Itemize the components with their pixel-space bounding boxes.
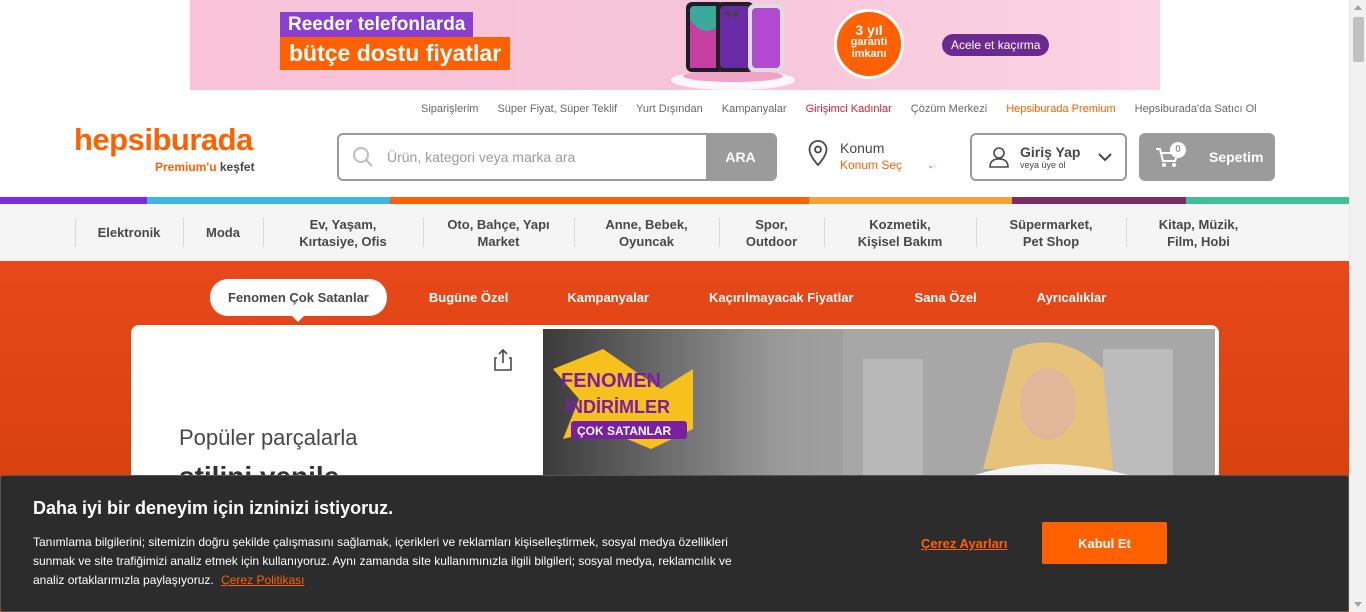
category-electronics[interactable]: Elektronik	[75, 204, 183, 261]
cart-label: Sepetim	[1209, 149, 1264, 165]
category-color-stripe	[0, 197, 1349, 204]
location-selector[interactable]: Konum Konum Seç ⌄	[808, 140, 935, 172]
cart-button[interactable]: 0 Sepetim	[1139, 133, 1275, 181]
logo-wordmark: hepsiburada	[74, 122, 253, 157]
cookie-accept-button[interactable]: Kabul Et	[1042, 522, 1167, 564]
cookie-settings-link[interactable]: Çerez Ayarları	[921, 536, 1007, 551]
cookie-title: Daha iyi bir deneyim için izninizi istiy…	[33, 498, 394, 518]
utility-links: Siparişlerim Süper Fiyat, Süper Teklif Y…	[421, 103, 1276, 115]
category-home[interactable]: Ev, Yaşam, Kırtasiye, Ofis	[263, 204, 423, 261]
category-label: Spor,	[755, 216, 788, 232]
badge-mid: garanti	[850, 36, 888, 48]
scroll-up-icon[interactable]	[1354, 5, 1362, 10]
login-title: Giriş Yap	[1020, 144, 1081, 160]
location-title: Konum	[840, 140, 885, 156]
premium-text: Premium'u	[155, 160, 217, 174]
category-label-2: Kişisel Bakım	[857, 233, 943, 249]
page: Reeder telefonlarda bütçe dostu fiyatlar…	[0, 0, 1366, 612]
utility-link-campaigns[interactable]: Kampanyalar	[722, 103, 787, 115]
location-pin-icon	[808, 140, 828, 166]
category-cosmetics[interactable]: Kozmetik, Kişisel Bakım	[824, 204, 976, 261]
category-label-2: Outdoor	[745, 233, 798, 249]
cookie-consent-bar: Daha iyi bir deneyim için izninizi istiy…	[0, 475, 1349, 612]
stripe-segment	[0, 197, 147, 204]
search-box: ARA	[337, 133, 777, 181]
badge-bot: imkanı	[851, 48, 887, 60]
category-label: Ev, Yaşam,	[309, 216, 377, 232]
stripe-segment	[809, 197, 1012, 204]
cookie-policy-link[interactable]: Çerez Politikası	[221, 573, 304, 587]
banner-line2: bütçe dostu fiyatlar	[280, 37, 511, 70]
category-label: Anne, Bebek,	[605, 216, 688, 232]
stripe-segment	[1012, 197, 1186, 204]
tab-for-you[interactable]: Sana Özel	[915, 290, 977, 305]
scroll-down-icon[interactable]	[1354, 602, 1362, 607]
promo-text-2: İNDİRİMLER	[565, 397, 670, 417]
search-input[interactable]	[387, 135, 706, 179]
page-scrollbar[interactable]	[1349, 0, 1366, 612]
category-sports[interactable]: Spor, Outdoor	[719, 204, 824, 261]
hero-headline: Popüler parçalarla	[179, 425, 358, 450]
kesfet-text: keşfet	[216, 160, 255, 174]
stripe-segment	[1186, 197, 1349, 204]
share-icon[interactable]	[493, 348, 513, 372]
warranty-badge: 3 yıl garanti imkanı	[834, 9, 904, 79]
category-label-2: Oyuncak	[619, 233, 674, 249]
utility-link-help-center[interactable]: Çözüm Merkezi	[911, 103, 987, 115]
category-fashion[interactable]: Moda	[183, 204, 263, 261]
location-select-text: Konum Seç	[840, 158, 903, 172]
user-icon	[989, 147, 1009, 168]
cookie-body: Tanımlama bilgilerini; sitemizin doğru ş…	[33, 533, 763, 590]
category-label: Kozmetik,	[869, 216, 931, 232]
promo-text-1: FENOMEN	[561, 370, 661, 392]
category-baby[interactable]: Anne, Bebek, Oyuncak	[574, 204, 719, 261]
search-icon	[339, 135, 387, 179]
utility-link-abroad[interactable]: Yurt Dışından	[636, 103, 703, 115]
cookie-body-text: Tanımlama bilgilerini; sitemizin doğru ş…	[33, 535, 732, 587]
premium-link[interactable]: Premium'u keşfet	[155, 160, 255, 174]
utility-link-super-price[interactable]: Süper Fiyat, Süper Teklif	[497, 103, 617, 115]
tab-today[interactable]: Bugüne Özel	[429, 290, 508, 305]
stripe-segment	[390, 197, 809, 204]
category-label: Kitap, Müzik,	[1158, 216, 1239, 232]
category-label: Süpermarket,	[1009, 216, 1093, 232]
category-books[interactable]: Kitap, Müzik, Film, Hobi	[1126, 204, 1271, 261]
category-label-2: Market	[477, 233, 520, 249]
cart-count-badge: 0	[1170, 142, 1186, 158]
category-label: Moda	[206, 225, 240, 240]
tab-privileges[interactable]: Ayrıcalıklar	[1037, 290, 1107, 305]
login-subtitle: veya üye ol	[1020, 160, 1066, 170]
tab-campaigns[interactable]: Kampanyalar	[567, 290, 649, 305]
category-label: Elektronik	[97, 225, 161, 240]
chevron-down-icon	[1098, 153, 1112, 162]
category-label-2: Film, Hobi	[1167, 233, 1230, 249]
category-nav: Elektronik Moda Ev, Yaşam, Kırtasiye, Ofi…	[0, 204, 1349, 261]
category-label: Oto, Bahçe, Yapı	[447, 216, 550, 232]
promo-banner[interactable]: Reeder telefonlarda bütçe dostu fiyatlar…	[190, 0, 1160, 90]
category-supermarket[interactable]: Süpermarket, Pet Shop	[976, 204, 1126, 261]
phones-image	[671, 2, 795, 90]
site-logo[interactable]: hepsiburada Premium'u keşfet	[74, 122, 255, 174]
hero-tabs: Fenomen Çok Satanlar Bugüne Özel Kampany…	[210, 279, 1107, 322]
login-button[interactable]: Giriş Yap veya üye ol	[970, 133, 1127, 181]
category-auto[interactable]: Oto, Bahçe, Yapı Market	[423, 204, 574, 261]
utility-link-premium[interactable]: Hepsiburada Premium	[1006, 103, 1115, 115]
scrollbar-thumb[interactable]	[1353, 17, 1364, 62]
banner-line1: Reeder telefonlarda	[280, 12, 474, 38]
category-label-2: Kırtasiye, Ofis	[299, 233, 387, 249]
location-chevron-icon: ⌄	[927, 160, 935, 170]
utility-link-women-entrepreneurs[interactable]: Girişimci Kadınlar	[806, 103, 892, 115]
tab-unmissable[interactable]: Kaçırılmayacak Fiyatlar	[709, 290, 854, 305]
promo-text-3: ÇOK SATANLAR	[577, 424, 672, 438]
banner-cta-button[interactable]: Acele et kaçırma	[942, 34, 1050, 56]
badge-top: 3 yıl	[855, 22, 883, 38]
utility-link-orders[interactable]: Siparişlerim	[421, 103, 478, 115]
category-label-2: Pet Shop	[1022, 233, 1080, 249]
tab-fenomen[interactable]: Fenomen Çok Satanlar	[210, 279, 387, 322]
utility-link-become-seller[interactable]: Hepsiburada'da Satıcı Ol	[1135, 103, 1257, 115]
search-button[interactable]: ARA	[706, 135, 775, 179]
stripe-segment	[147, 197, 390, 204]
